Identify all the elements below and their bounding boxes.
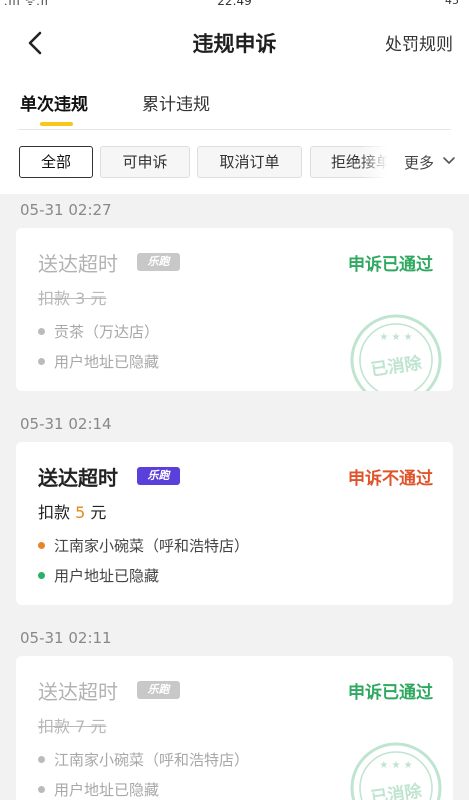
address-dot-icon — [38, 358, 45, 365]
record-time: 05-31 02:11 — [20, 629, 112, 647]
app-header: 违规申诉 处罚规则 — [0, 12, 469, 74]
appeal-status: 申诉已通过 — [348, 683, 433, 703]
more-filters-button[interactable]: 更多 — [392, 130, 469, 194]
violation-title: 送达超时 — [38, 680, 118, 704]
store-name: 江南家小碗菜（呼和浩特店） — [38, 749, 249, 770]
record-time: 05-31 02:27 — [20, 201, 112, 219]
lepao-badge: 乐跑 — [137, 253, 180, 271]
chip-fade-overlay — [360, 140, 392, 184]
fine-amount: 扣款 7 元 — [38, 717, 107, 736]
filter-bar: 全部 可申诉 取消订单 拒绝接单 更多 — [0, 130, 469, 194]
fine-amount: 扣款 5 元 — [38, 503, 107, 522]
eliminated-stamp-icon: ★ ★ ★ 已消除 — [350, 314, 442, 391]
customer-address: 用户地址已隐藏 — [38, 351, 159, 372]
svg-text:已消除: 已消除 — [369, 352, 423, 380]
fine-number: 3 — [75, 289, 86, 308]
violation-card[interactable]: 送达超时 乐跑 申诉不通过 扣款 5 元 江南家小碗菜（呼和浩特店） 用户地址已… — [16, 442, 453, 605]
violation-title: 送达超时 — [38, 466, 118, 490]
address-dot-icon — [38, 786, 45, 793]
fine-amount: 扣款 3 元 — [38, 289, 107, 308]
filter-chip-appealable[interactable]: 可申诉 — [100, 146, 190, 178]
lepao-badge: 乐跑 — [137, 467, 180, 485]
status-bar: .ııl ᯤ.ıl 22:49 45 — [0, 0, 469, 12]
filter-chip-all[interactable]: 全部 — [19, 146, 93, 178]
eliminated-stamp-icon: ★ ★ ★ 已消除 — [350, 742, 442, 800]
fine-number: 7 — [75, 717, 86, 736]
address-dot-icon — [38, 572, 45, 579]
battery-indicator: 45 — [445, 0, 459, 7]
violation-title: 送达超时 — [38, 252, 118, 276]
store-dot-icon — [38, 542, 45, 549]
penalty-rules-link[interactable]: 处罚规则 — [385, 30, 453, 55]
appeal-status: 申诉已通过 — [348, 255, 433, 275]
tab-single-violation[interactable]: 单次违规 — [20, 90, 88, 115]
lepao-badge: 乐跑 — [137, 681, 180, 699]
violation-tabs: 单次违规 累计违规 — [0, 74, 469, 130]
violation-card[interactable]: 送达超时 乐跑 申诉已通过 扣款 3 元 贡茶（万达店） 用户地址已隐藏 ★ ★… — [16, 228, 453, 391]
svg-text:★ ★ ★: ★ ★ ★ — [379, 760, 412, 771]
record-time: 05-31 02:14 — [20, 415, 112, 433]
appeal-status: 申诉不通过 — [348, 469, 433, 489]
tab-cumulative-violation[interactable]: 累计违规 — [142, 90, 210, 115]
store-dot-icon — [38, 756, 45, 763]
status-time: 22:49 — [217, 0, 252, 8]
more-filters-label: 更多 — [404, 154, 435, 172]
chevron-down-icon — [443, 157, 455, 164]
store-name: 贡茶（万达店） — [38, 321, 159, 342]
fine-number: 5 — [75, 503, 86, 522]
svg-text:已消除: 已消除 — [369, 780, 423, 800]
filter-chip-cancel-order[interactable]: 取消订单 — [197, 146, 302, 178]
store-dot-icon — [38, 328, 45, 335]
svg-text:★ ★ ★: ★ ★ ★ — [379, 332, 412, 343]
customer-address: 用户地址已隐藏 — [38, 779, 159, 800]
active-tab-indicator — [40, 122, 73, 126]
store-name: 江南家小碗菜（呼和浩特店） — [38, 535, 249, 556]
customer-address: 用户地址已隐藏 — [38, 565, 159, 586]
violation-card[interactable]: 送达超时 乐跑 申诉已通过 扣款 7 元 江南家小碗菜（呼和浩特店） 用户地址已… — [16, 656, 453, 800]
